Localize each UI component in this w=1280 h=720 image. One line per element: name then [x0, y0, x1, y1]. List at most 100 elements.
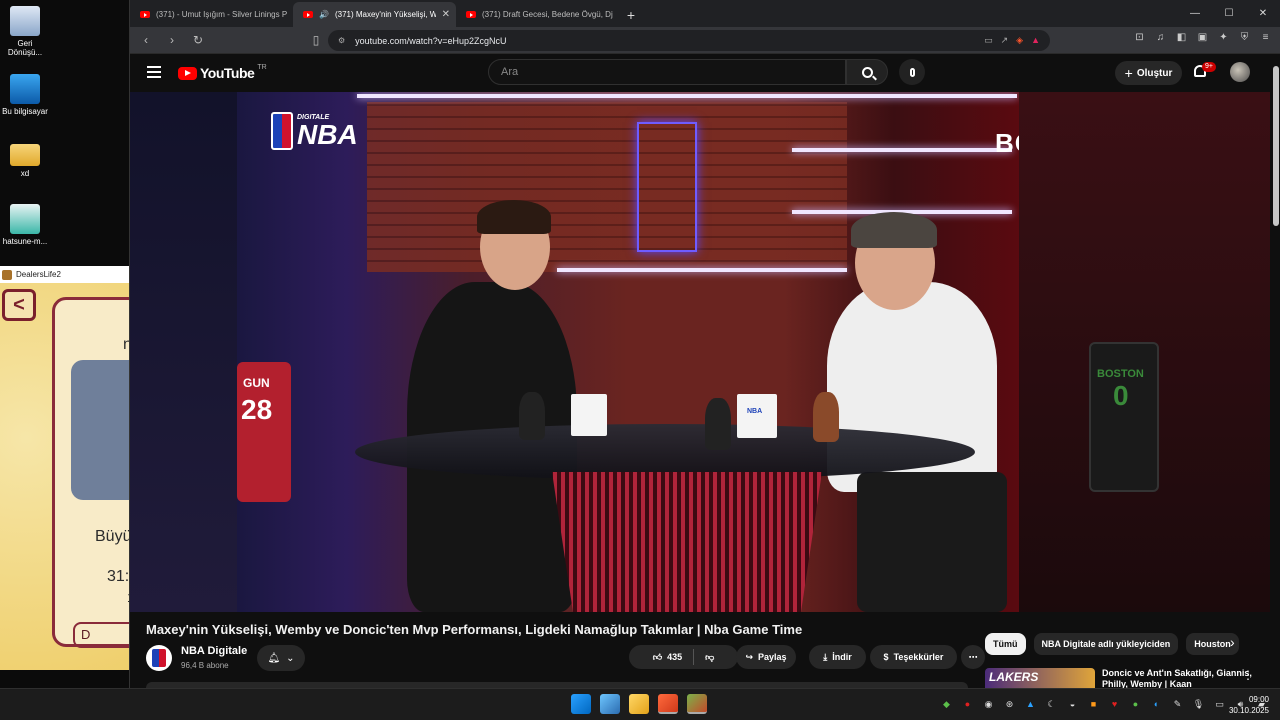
download-button[interactable]: ⤓ İndir: [809, 645, 866, 669]
channel-name[interactable]: NBA Digitale: [181, 645, 247, 657]
game-action-button[interactable]: D: [73, 622, 130, 648]
tab-draft-gecesi[interactable]: (371) Draft Gecesi, Bedene Övgü, Dj: [456, 2, 619, 27]
create-button[interactable]: + Oluştur: [1115, 61, 1182, 85]
figurine: [705, 398, 731, 450]
account-avatar[interactable]: [1230, 62, 1250, 82]
start-icon[interactable]: [571, 694, 591, 714]
sidebar-icon[interactable]: ◧: [1175, 31, 1188, 44]
microphone-icon[interactable]: 🎙︎: [1192, 698, 1205, 711]
scrollbar-thumb[interactable]: [1273, 66, 1279, 226]
subscription-bell-button[interactable]: 🔔︎ ⌄: [257, 645, 305, 671]
jersey-right-name: BOSTON: [1097, 368, 1144, 380]
tray-app-icon[interactable]: ◉: [982, 698, 995, 711]
tab-umut-isigim[interactable]: (371) - Umut Işığım - Silver Linings Pl: [130, 2, 293, 27]
search-input[interactable]: Ara: [488, 59, 846, 85]
tray-app-icon[interactable]: ●: [1129, 698, 1142, 711]
sponsor-logo: BOYNER: [995, 128, 1019, 158]
audio-playing-icon[interactable]: 🔊: [319, 10, 329, 19]
share-page-icon[interactable]: ↗: [1001, 35, 1009, 46]
close-tab-icon[interactable]: ✕: [442, 9, 450, 20]
nba-logo-icon: [152, 649, 166, 667]
game-text-number: 31:: [107, 568, 130, 585]
file-explorer-icon[interactable]: [629, 694, 649, 714]
tray-app-icon[interactable]: ☾: [1045, 698, 1058, 711]
tray-app-icon[interactable]: ●: [961, 698, 974, 711]
chip-all[interactable]: Tümü: [985, 633, 1026, 655]
tab-maxey-active[interactable]: 🔊 (371) Maxey'nin Yükselişi, We ✕: [293, 2, 456, 27]
photos-icon[interactable]: [600, 694, 620, 714]
mug-center: NBA: [737, 394, 777, 438]
thanks-label: Teşekkürler: [893, 652, 944, 662]
tray-app-icon[interactable]: ✎: [1171, 698, 1184, 711]
like-dislike-group: 👍︎ 435 👎︎: [629, 645, 738, 669]
steam-icon[interactable]: ⊛: [1003, 698, 1016, 711]
game-app-icon: [2, 269, 12, 280]
desktop-icon-xd-folder[interactable]: xd: [2, 140, 48, 178]
divider: [693, 649, 695, 665]
recommended-video[interactable]: LAKERS Doncic ve Ant'ın Sakatlığı, Giann…: [985, 668, 1265, 688]
brave-browser-icon[interactable]: [658, 694, 678, 714]
tray-app-icon[interactable]: ◐: [1150, 698, 1163, 711]
leo-ai-icon[interactable]: ✦: [1217, 31, 1230, 44]
desktop-icon-label: Geri Dönüşü...: [7, 39, 43, 57]
game-titlebar[interactable]: DealersLife2: [0, 266, 130, 283]
share-button[interactable]: ↪ Paylaş: [736, 645, 796, 669]
dealerslife-window[interactable]: DealersLife2 < n Büyü 31: 1 D: [0, 266, 130, 670]
forward-arrow-icon[interactable]: ›: [164, 33, 180, 47]
reload-icon[interactable]: ↻: [190, 33, 206, 47]
rec-thumbnail[interactable]: LAKERS: [985, 668, 1095, 688]
desktop-icon-this-pc[interactable]: Bu bilgisayar: [2, 74, 48, 116]
nba-logo-icon: [271, 112, 293, 150]
video-player[interactable]: GUN 28 NBA DIGITALE NBA B BOSTON 0: [130, 92, 1270, 612]
tray-app-icon[interactable]: ■: [1087, 698, 1100, 711]
tray-app-icon[interactable]: ♥: [1108, 698, 1121, 711]
dealerslife-taskbar-icon[interactable]: [687, 694, 707, 714]
player-letterbox-right: BOSTON 0: [1019, 92, 1270, 612]
subscriber-count: 96,4 B abone: [181, 661, 229, 670]
new-tab-button[interactable]: +: [619, 2, 643, 27]
desktop-icon-recycle-bin[interactable]: Geri Dönüşü...: [2, 6, 48, 57]
menu-icon[interactable]: ≡: [1259, 31, 1272, 44]
window-controls: — ☐ ✕: [1178, 0, 1280, 27]
voice-search-button[interactable]: [899, 59, 925, 85]
address-bar[interactable]: ⚙ youtube.com/watch?v=eHup2ZcgNcU ▭ ↗ ◈ …: [328, 30, 1050, 51]
cast-icon[interactable]: ▭: [984, 35, 993, 46]
youtube-play-icon: [178, 66, 197, 80]
dislike-button[interactable]: 👎︎: [705, 652, 714, 663]
tray-app-icon[interactable]: ▲: [1024, 698, 1037, 711]
minimize-icon[interactable]: —: [1178, 0, 1212, 27]
tray-app-icon[interactable]: ◒: [1066, 698, 1079, 711]
maximize-icon[interactable]: ☐: [1212, 0, 1246, 27]
brave-shield-icon[interactable]: ◈: [1016, 35, 1023, 46]
clock-time: 09:00: [1248, 695, 1269, 704]
chip-from-uploader[interactable]: NBA Digitale adlı yükleyiciden: [1033, 633, 1179, 655]
close-window-icon[interactable]: ✕: [1246, 0, 1280, 27]
hamburger-menu-icon[interactable]: [147, 66, 161, 78]
chevron-right-icon[interactable]: ›: [1230, 634, 1235, 650]
thanks-button[interactable]: $ Teşekkürler: [870, 645, 957, 669]
screenshot-icon[interactable]: ⊡: [1133, 31, 1146, 44]
video-frame[interactable]: GUN 28 NBA DIGITALE NBA B: [237, 92, 1019, 612]
rec-title[interactable]: Doncic ve Ant'ın Sakatlığı, Giannis, Phi…: [1102, 668, 1252, 688]
tray-app-icon[interactable]: ◆: [940, 698, 953, 711]
like-count[interactable]: 435: [667, 652, 682, 662]
game-back-button[interactable]: <: [2, 289, 36, 321]
like-button[interactable]: 👍︎: [653, 652, 662, 663]
recommendation-chips: Tümü NBA Digitale adlı yükleyiciden Hous…: [985, 633, 1239, 655]
search-button[interactable]: [846, 59, 888, 85]
youtube-logo[interactable]: YouTube TR: [178, 64, 267, 81]
more-vert-icon[interactable]: ⋮: [1242, 668, 1254, 682]
more-actions-button[interactable]: ⋯: [961, 645, 985, 669]
vpn-icon[interactable]: ⛨: [1238, 31, 1251, 44]
media-icon[interactable]: ♫: [1154, 31, 1167, 44]
wallet-icon[interactable]: ▣: [1196, 31, 1209, 44]
back-arrow-icon[interactable]: ‹: [138, 33, 154, 47]
page-scrollbar[interactable]: [1273, 58, 1279, 688]
channel-avatar[interactable]: [146, 645, 172, 671]
desktop-icon-hatsune[interactable]: hatsune-m...: [2, 204, 48, 246]
bookmark-icon[interactable]: ▯: [308, 33, 324, 47]
brave-rewards-icon[interactable]: ▲: [1031, 35, 1040, 46]
site-info-icon[interactable]: ⚙: [338, 36, 345, 45]
system-clock[interactable]: 09:00 30.10.2025: [1225, 694, 1269, 716]
game-canvas[interactable]: < n Büyü 31: 1 D: [0, 283, 130, 670]
